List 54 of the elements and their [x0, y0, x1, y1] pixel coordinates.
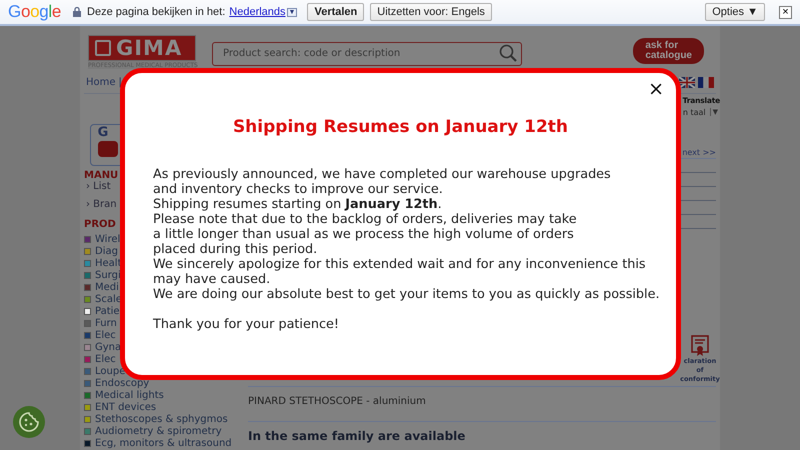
- category-link[interactable]: Wirel: [95, 234, 120, 244]
- language-link[interactable]: Nederlands: [229, 6, 286, 18]
- message-line: As previously announced, we have completed our warehouse upgrades: [153, 167, 611, 182]
- google-logo: Google: [8, 2, 62, 22]
- translate-button[interactable]: Uitzetten voor: Engels: [370, 3, 492, 21]
- category-link[interactable]: Gyna: [95, 342, 122, 352]
- catalogue-button[interactable]: ask for catalogue: [633, 38, 704, 64]
- lock-icon: [73, 7, 82, 17]
- category-link[interactable]: Elec: [95, 330, 116, 340]
- close-button[interactable]: ×: [646, 79, 666, 99]
- language-select[interactable]: n taal: [682, 108, 706, 116]
- message-line: placed during this period.: [153, 242, 318, 257]
- category-link[interactable]: Surgi: [95, 270, 121, 280]
- category-link[interactable]: Ecg, monitors & ultrasound: [95, 438, 232, 448]
- search-icon: [499, 44, 517, 62]
- uk-flag-icon[interactable]: [679, 76, 695, 88]
- search-field[interactable]: Product search: code or description: [212, 42, 522, 66]
- cookie-icon: [19, 412, 39, 432]
- section-heading: MANU: [84, 170, 118, 181]
- category-link[interactable]: Stethoscopes & sphygmos: [95, 414, 228, 424]
- message-line: a little longer than usual as we process the high volume of orders: [153, 227, 574, 242]
- logo-text: GIMA: [116, 36, 182, 60]
- section-heading: PROD: [84, 219, 116, 230]
- translate-button[interactable]: Vertalen: [307, 3, 364, 21]
- message-line: and inventory checks to improve our service.: [153, 182, 443, 197]
- logo-mark-icon: [95, 40, 111, 56]
- nav-link[interactable]: |: [118, 76, 122, 88]
- category-link[interactable]: Loupe: [95, 366, 126, 376]
- category-link[interactable]: ENT devices: [95, 402, 156, 412]
- message-line: Shipping resumes starting on January 12th.: [153, 197, 442, 212]
- nav-link[interactable]: Home: [86, 76, 116, 88]
- message-line: We sincerely apologize for this extended wait and for any inconvenience this: [153, 257, 646, 272]
- message-line: Please note that due to the backlog of orders, deliveries may take: [153, 212, 577, 227]
- close-button[interactable]: ×: [779, 6, 792, 18]
- family-heading: In the same family are available: [248, 428, 466, 443]
- message-line: We are doing our absolute best to get your items to you as quickly as possible.: [153, 287, 660, 302]
- category-link[interactable]: Endoscopy: [95, 378, 150, 388]
- translate-prompt: Deze pagina bekijken in het:: [87, 6, 226, 18]
- message-line: Thank you for your patience!: [153, 317, 340, 332]
- category-link[interactable]: Diag: [95, 246, 118, 256]
- message-line: may have caused.: [153, 272, 270, 287]
- category-link[interactable]: Furn: [95, 318, 117, 328]
- product-name: PINARD STETHOSCOPE - aluminium: [248, 387, 716, 422]
- category-link[interactable]: Medi: [95, 282, 119, 292]
- modal-title: Shipping Resumes on January 12th: [232, 117, 570, 137]
- category-link[interactable]: Elec: [95, 354, 116, 364]
- video-letter: G: [98, 125, 108, 141]
- certificate-icon[interactable]: [691, 335, 709, 357]
- category-link[interactable]: Healt: [95, 258, 122, 268]
- category-link[interactable]: Audiometry & spirometry: [95, 426, 222, 436]
- category-link[interactable]: Medical lights: [95, 390, 164, 400]
- options-button[interactable]: Opties ▼: [705, 3, 765, 21]
- category-link[interactable]: Patie: [95, 306, 120, 316]
- french-flag-icon[interactable]: [698, 76, 714, 88]
